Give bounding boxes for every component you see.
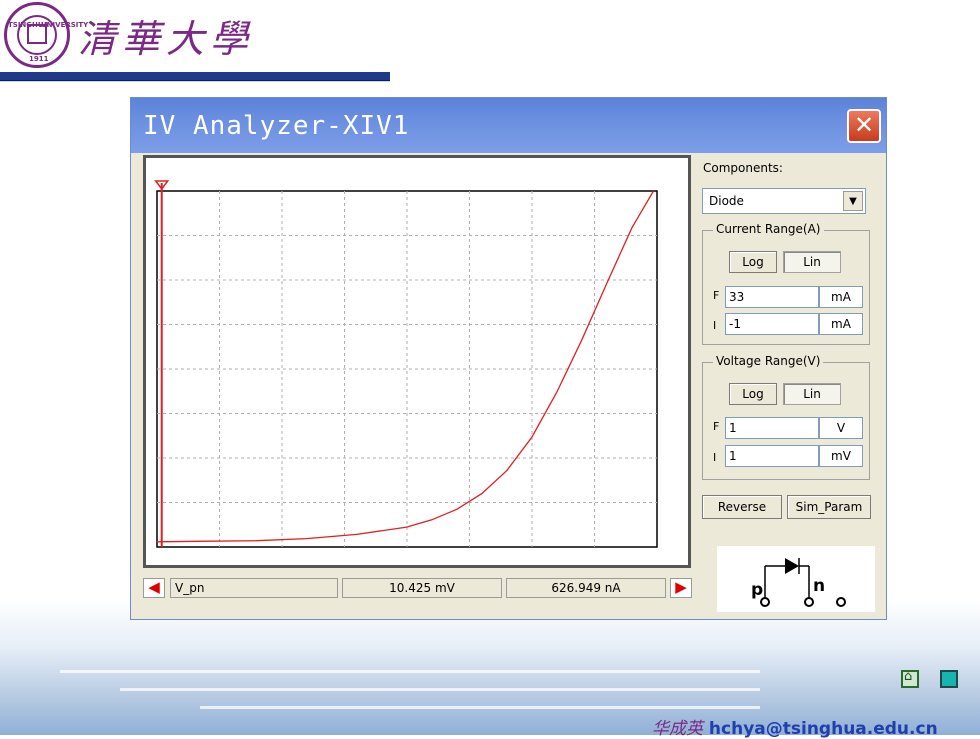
terminal-n-label: n [813, 576, 826, 596]
voltage-final-input[interactable]: 1 [725, 417, 819, 439]
current-range-group: Current Range(A) Log Lin F 33 mA I -1 mA [702, 222, 870, 345]
status-bar: ◀ V_pn 10.425 mV 626.949 nA ▶ [143, 573, 703, 601]
header-rule-thin [0, 81, 390, 82]
voltage-range-title: Voltage Range(V) [713, 354, 824, 368]
iv-plot-area[interactable] [143, 155, 691, 568]
voltage-i-label: I [713, 451, 717, 464]
window-titlebar[interactable]: IV Analyzer-XIV1 ✕ [131, 98, 886, 153]
current-initial-unit[interactable]: mA [819, 313, 863, 335]
component-select[interactable]: Diode ▼ [702, 188, 866, 214]
current-initial-input[interactable]: -1 [725, 313, 819, 335]
current-final-unit[interactable]: mA [819, 286, 863, 308]
background-streak [200, 706, 760, 709]
signal-name: V_pn [170, 578, 338, 598]
voltage-initial-unit[interactable]: mV [819, 445, 863, 467]
voltage-log-button[interactable]: Log [729, 383, 777, 405]
current-log-button[interactable]: Log [729, 251, 777, 273]
university-name: 清華大學 [78, 17, 255, 61]
current-lin-button[interactable]: Lin [783, 251, 841, 273]
close-button[interactable]: ✕ [847, 109, 881, 143]
voltage-lin-button[interactable]: Lin [783, 383, 841, 405]
voltage-f-label: F [713, 420, 720, 433]
current-range-title: Current Range(A) [713, 222, 824, 236]
sim-param-button[interactable]: Sim_Param [787, 495, 871, 519]
diode-symbol-icon [760, 558, 846, 607]
home-icon: ⌂ [904, 669, 913, 684]
university-seal-logo: TSINGHUA UNIVERSITY 1911 [4, 2, 88, 68]
chevron-down-icon[interactable]: ▼ [843, 191, 863, 211]
background-streak [120, 688, 760, 691]
iv-analyzer-window: IV Analyzer-XIV1 ✕ ◀ V_pn 10.425 mV 626.… [130, 97, 887, 620]
footer-signature: 华成英 hchya@tsinghua.edu.cn [652, 714, 938, 739]
current-f-label: F [713, 289, 720, 302]
window-title: IV Analyzer-XIV1 [143, 111, 410, 141]
header-rule [0, 72, 390, 81]
component-select-value: Diode [709, 194, 744, 208]
current-final-input[interactable]: 33 [725, 286, 819, 308]
footer-name: 华成英 [652, 719, 703, 739]
voltage-final-unit[interactable]: V [819, 417, 863, 439]
current-readout: 626.949 nA [506, 578, 666, 598]
reverse-button[interactable]: Reverse [702, 495, 782, 519]
diode-symbol-box: p n [717, 546, 875, 612]
cursor-left-button[interactable]: ◀ [143, 578, 165, 598]
voltage-range-group: Voltage Range(V) Log Lin F 1 V I 1 mV [702, 354, 870, 480]
cursor-right-button[interactable]: ▶ [670, 578, 692, 598]
arrow-right-icon: ▶ [675, 578, 687, 596]
settings-panel: Components: Diode ▼ Current Range(A) Log… [699, 155, 879, 555]
voltage-readout: 10.425 mV [342, 578, 502, 598]
voltage-initial-input[interactable]: 1 [725, 445, 819, 467]
footer-email: hchya@tsinghua.edu.cn [708, 719, 938, 739]
components-label: Components: [703, 161, 783, 175]
next-nav-button[interactable] [940, 670, 958, 688]
current-i-label: I [713, 319, 717, 332]
terminal-p-label: p [751, 580, 764, 600]
iv-plot-svg [146, 158, 688, 565]
seal-year: 1911 [29, 55, 49, 63]
arrow-left-icon: ◀ [148, 578, 160, 596]
background-streak [60, 670, 760, 673]
close-icon: ✕ [853, 111, 875, 139]
home-nav-button[interactable]: ⌂ [901, 669, 919, 688]
